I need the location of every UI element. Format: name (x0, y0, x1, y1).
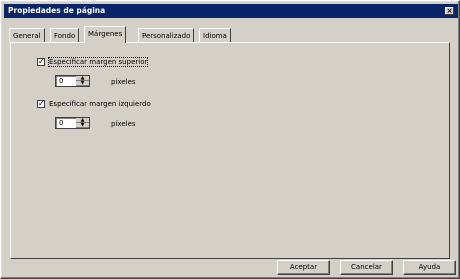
top-margin-unit: píxeles (111, 78, 136, 86)
tab-idioma[interactable]: Idioma (199, 28, 231, 42)
top-margin-value[interactable]: 0 (59, 77, 63, 85)
top-margin-spin-arrows[interactable]: ▲ ▼ (76, 76, 89, 86)
tab-margenes[interactable]: Márgenes (84, 26, 127, 43)
left-margin-value[interactable]: 0 (59, 119, 63, 127)
tab-personalizado[interactable]: Personalizado (138, 28, 195, 42)
close-icon: × (446, 7, 453, 15)
tab-fondo[interactable]: Fondo (50, 28, 80, 42)
tab-general[interactable]: General (9, 28, 45, 42)
help-button[interactable]: Ayuda (403, 260, 456, 275)
close-button[interactable]: × (445, 7, 454, 15)
title-bar: Propiedades de página × (4, 4, 458, 18)
top-margin-checkbox[interactable]: ✓ (37, 58, 45, 66)
top-margin-label[interactable]: Especificar margen superior (47, 57, 149, 67)
cancel-button[interactable]: Cancelar (340, 260, 393, 275)
spin-down-icon[interactable]: ▼ (76, 81, 89, 86)
left-margin-spin-arrows[interactable]: ▲ ▼ (76, 118, 89, 128)
top-margin-spinner[interactable]: 0 ▲ ▼ (55, 75, 90, 87)
left-margin-label[interactable]: Especificar margen izquierdo (49, 100, 151, 108)
left-margin-unit: píxeles (111, 120, 136, 128)
dialog-title: Propiedades de página (8, 6, 106, 15)
page-properties-dialog: Propiedades de página × General Fondo Má… (0, 0, 460, 279)
left-margin-checkbox[interactable]: ✓ (37, 100, 45, 108)
accept-button[interactable]: Aceptar (277, 260, 330, 275)
spin-down-icon[interactable]: ▼ (76, 123, 89, 128)
left-margin-spinner[interactable]: 0 ▲ ▼ (55, 117, 90, 129)
